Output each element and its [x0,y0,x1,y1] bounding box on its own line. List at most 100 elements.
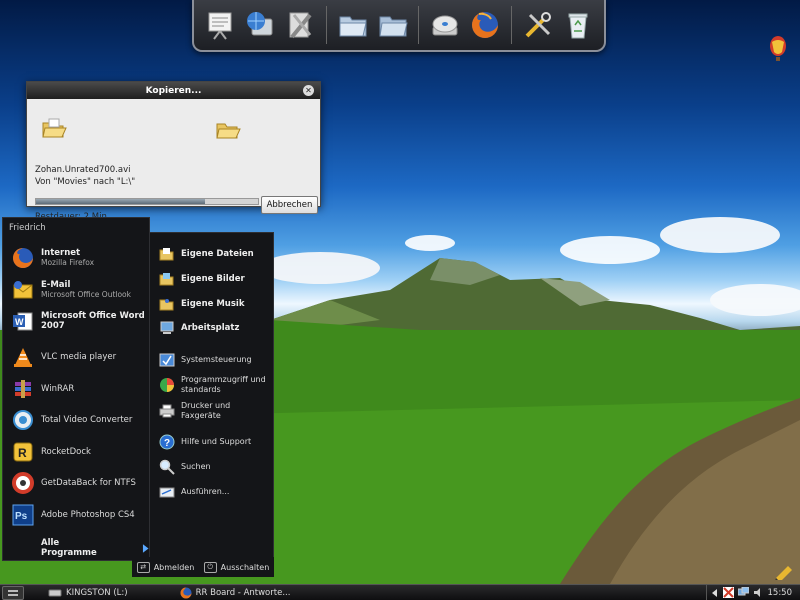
clock[interactable]: 15:50 [768,588,793,598]
pinned-title: E-Mail [41,280,71,290]
svg-text:R: R [18,446,27,460]
arrow-right-icon [143,543,149,553]
taskbar: KINGSTON (L:) RR Board - Antworte... 15:… [0,584,800,600]
start-icon [8,589,18,596]
start-menu-right-panel: Eigene Dateien Eigene Bilder Eigene Musi… [150,232,274,561]
right-item-programmzugriff[interactable]: Programmzugriff und standards [158,375,269,395]
user-name: Friedrich [9,223,46,233]
cancel-button[interactable]: Abbrechen [261,196,318,214]
system-tray: 15:50 [705,585,800,600]
pinned-title: Microsoft Office Word [41,311,145,321]
right-item-label: Systemsteuerung [181,355,252,364]
volume-icon[interactable] [753,587,764,598]
dock-separator [325,6,327,44]
winrar-icon [11,377,35,401]
dock [192,0,606,52]
right-item-label: Eigene Dateien [181,249,254,259]
dialog-title: Kopieren... [145,85,202,96]
balloon-icon [770,36,786,61]
disc-drive-icon[interactable] [427,7,463,43]
tray-expand-icon[interactable] [711,588,719,597]
recycle-bin-icon[interactable] [560,7,596,43]
start-menu: Friedrich Internet Mozilla Firefox E-Mail… [2,217,274,582]
recent-item-getdataback[interactable]: GetDataBack for NTFS [11,471,136,495]
start-button[interactable] [2,585,24,600]
svg-text:W: W [15,317,24,327]
start-menu-left-panel: Friedrich Internet Mozilla Firefox E-Mail… [2,217,150,561]
getdataback-icon [11,471,35,495]
pinned-item-email[interactable]: E-Mail Microsoft Office Outlook [11,278,131,302]
firefox-icon[interactable] [467,7,503,43]
run-icon [158,483,176,501]
presentation-icon[interactable] [202,7,238,43]
right-item-ausfuehren[interactable]: Ausführen... [158,483,229,501]
tools-icon[interactable] [282,7,318,43]
recent-item-winrar[interactable]: WinRAR [11,377,74,401]
shutdown-label: Ausschalten [220,562,270,572]
taskbar-item-label: RR Board - Antworte... [195,587,291,598]
pencil-icon [775,566,792,580]
copy-progress-fill [36,199,205,204]
network-computer-icon[interactable] [242,7,278,43]
recent-item-photoshop[interactable]: Ps Adobe Photoshop CS4 [11,503,135,527]
taskbar-item-rr-board[interactable]: RR Board - Antworte... [180,587,291,599]
vlc-icon [11,345,35,369]
documents-folder-icon [158,245,176,263]
right-item-drucker[interactable]: Drucker und Faxgeräte [158,401,241,421]
logoff-icon: ⇄ [136,561,150,573]
recent-label: WinRAR [41,384,75,394]
my-computer-icon [158,319,176,337]
logoff-button[interactable]: ⇄ Abmelden [136,561,194,573]
pinned-title: Internet [41,248,81,258]
antivirus-icon[interactable] [722,587,734,598]
recent-item-total-video-converter[interactable]: Total Video Converter [11,408,132,432]
source-folder-icon [42,118,67,138]
right-item-systemsteuerung[interactable]: Systemsteuerung [158,351,252,369]
svg-text:?: ? [164,438,170,449]
program-access-icon [158,376,176,394]
firefox-icon [180,587,192,598]
close-icon[interactable]: ✕ [303,85,314,96]
firefox-icon [11,246,35,270]
shutdown-button[interactable]: ⏻ Ausschalten [203,561,270,573]
copy-progress-bar [35,198,259,205]
dock-separator [511,6,513,44]
recent-label: VLC media player [41,352,117,362]
dialog-titlebar[interactable]: Kopieren... ✕ [27,82,320,99]
all-programs-button[interactable]: Alle Programme [41,538,149,558]
recent-label: RocketDock [41,447,91,457]
settings-tools-icon[interactable] [520,7,556,43]
all-programs-label: Alle Programme [41,538,97,558]
right-item-label: Eigene Musik [181,299,245,309]
pictures-folder-icon [158,270,176,288]
copy-file-name: Zohan.Unrated700.avi [35,165,131,175]
right-item-arbeitsplatz[interactable]: Arbeitsplatz [158,319,239,337]
right-item-label: Eigene Bilder [181,274,245,284]
drive-icon [48,589,62,596]
right-item-eigene-bilder[interactable]: Eigene Bilder [158,270,245,288]
right-item-hilfe[interactable]: ? Hilfe und Support [158,433,251,451]
word-icon: W [11,309,35,333]
pinned-item-internet[interactable]: Internet Mozilla Firefox [11,246,94,270]
right-item-eigene-dateien[interactable]: Eigene Dateien [158,245,254,263]
control-panel-icon [158,351,176,369]
taskbar-item-kingston[interactable]: KINGSTON (L:) [48,588,128,598]
recent-item-rocketdock[interactable]: R RocketDock [11,440,91,464]
folder-icon[interactable] [375,7,411,43]
right-item-label: Ausführen... [181,487,230,496]
music-folder-icon [158,295,176,313]
photoshop-icon: Ps [11,503,35,527]
folder-open-icon[interactable] [335,7,371,43]
destination-folder-icon [216,123,241,139]
recent-item-vlc[interactable]: VLC media player [11,345,116,369]
right-item-label: Hilfe und Support [181,437,252,446]
outlook-icon [11,278,35,302]
pinned-item-word[interactable]: W Microsoft Office Word 2007 [11,309,145,333]
pinned-subtitle: Mozilla Firefox [41,258,95,267]
network-icon[interactable] [737,587,749,598]
right-item-eigene-musik[interactable]: Eigene Musik [158,295,244,313]
help-icon: ? [158,433,176,451]
right-item-suchen[interactable]: Suchen [158,458,211,476]
recent-label: GetDataBack for NTFS [41,478,136,488]
printer-icon [158,402,176,420]
